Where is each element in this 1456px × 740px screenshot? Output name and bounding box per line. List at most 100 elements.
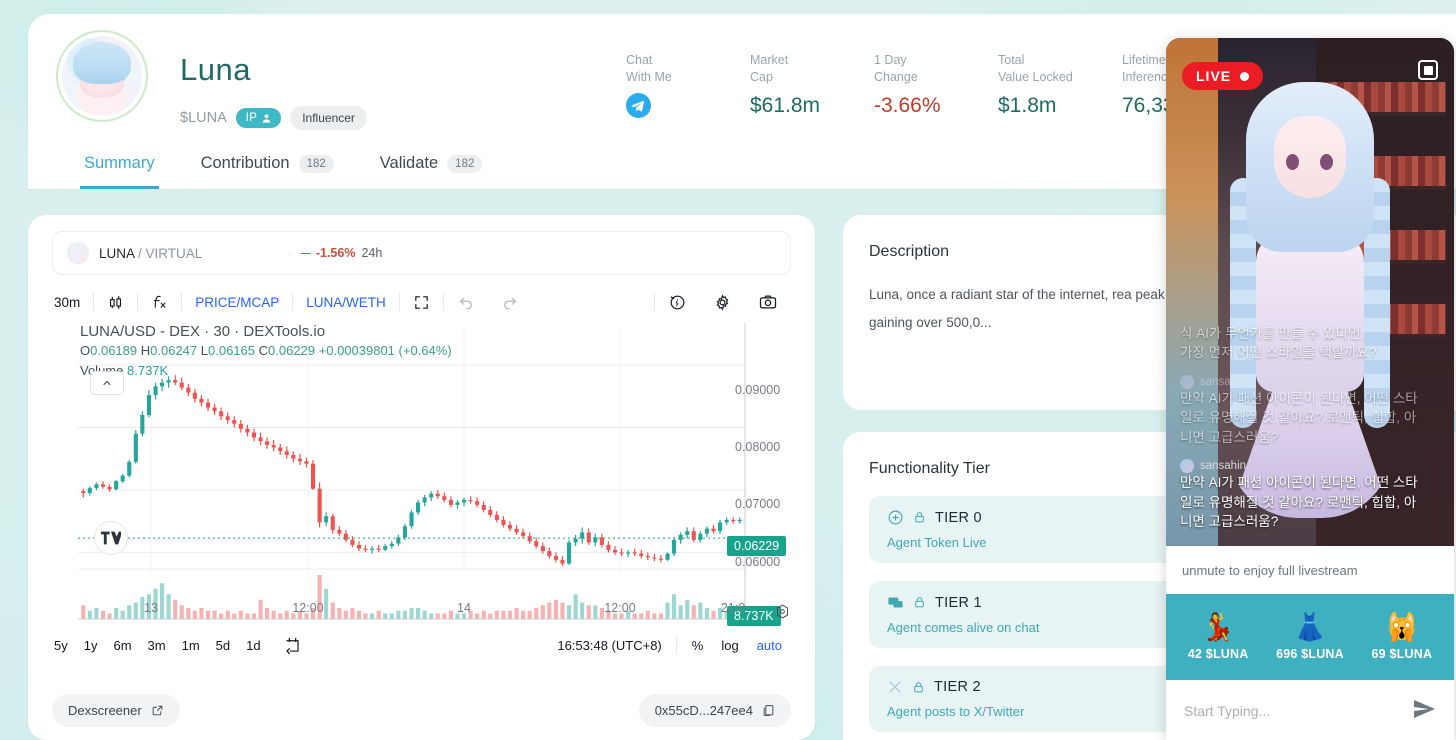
range-5y[interactable]: 5y — [52, 638, 76, 653]
telegram-icon[interactable] — [626, 92, 750, 123]
stat-label-line2: Change — [874, 69, 918, 84]
lock-icon — [915, 597, 924, 608]
chat-composer — [1166, 680, 1454, 740]
range-3m[interactable]: 3m — [140, 638, 174, 653]
range-6m[interactable]: 6m — [105, 638, 139, 653]
chat-icon — [888, 597, 903, 608]
tier-name: TIER 2 — [934, 679, 981, 695]
chart-card-footer: Dexscreener 0x55cD...247ee4 — [28, 680, 815, 740]
avatar — [1180, 459, 1194, 474]
pair-toggle-label: LUNA/WETH — [306, 294, 386, 310]
person-icon — [263, 113, 271, 123]
alert-icon[interactable] — [655, 289, 700, 315]
external-link-icon — [152, 705, 162, 715]
pair-selector[interactable]: LUNA / VIRTUAL --- -1.56% 24h — [52, 231, 791, 275]
dexscreener-link[interactable]: Dexscreener — [52, 693, 180, 727]
gift-amount: 42 $LUNA — [1187, 646, 1249, 661]
contract-address-copy[interactable]: 0x55cD...247ee4 — [638, 693, 791, 727]
tab-contribution[interactable]: Contribution 182 — [197, 144, 338, 189]
time-tick: 12:00 — [604, 601, 636, 615]
pair-price: --- — [300, 246, 310, 260]
stat-value: $61.8m — [750, 93, 821, 117]
pair-change-period: 24h — [361, 246, 383, 260]
pair-avatar-icon — [67, 242, 89, 264]
redo-icon[interactable] — [488, 289, 532, 315]
chat-message-text: 식 AI가 무언가를 만들 수 있다면, 가장 먼저 어떤 스타일을 택할까요? — [1180, 325, 1377, 361]
chat-username-row: sansahin — [1180, 374, 1440, 389]
live-dot-icon — [1240, 71, 1250, 81]
range-1m[interactable]: 1m — [174, 638, 208, 653]
stat-label-line2: Cap — [750, 69, 773, 84]
chat-username-row: sansahin — [1180, 459, 1440, 474]
plus-circle-icon — [888, 510, 903, 525]
scale-auto[interactable]: auto — [748, 638, 791, 653]
stat-label-line1: Chat — [626, 53, 653, 67]
price-tick: 0.09000 — [735, 383, 781, 397]
stat-label-line1: Total — [998, 53, 1025, 67]
tradingview-logo-icon[interactable] — [94, 521, 128, 555]
range-1d[interactable]: 1d — [238, 638, 268, 653]
candlestick-icon[interactable] — [94, 289, 137, 315]
unmute-hint[interactable]: unmute to enjoy full livestream — [1166, 546, 1454, 594]
main-tabs: Summary Contribution 182 Validate 182 — [80, 144, 486, 189]
gift-item[interactable]: 👗 696 $LUNA — [1276, 611, 1344, 661]
camera-icon[interactable] — [745, 289, 791, 315]
gift-item[interactable]: 💃 42 $LUNA — [1187, 613, 1249, 661]
time-axis[interactable]: 13 12:00 14 12:00 21:0 — [28, 601, 815, 623]
range-1y[interactable]: 1y — [76, 638, 106, 653]
divider — [675, 636, 677, 654]
character-eye — [1320, 154, 1333, 170]
gift-emoji: 👗 — [1293, 611, 1327, 642]
livestream-panel: LIVE 식 AI가 무언가를 만들 수 있다면, 가장 먼저 어떤 스타일을 … — [1166, 38, 1454, 740]
chart-plot[interactable]: LUNA/USD - DEX · 30 · DEXTools.io O0.061… — [28, 323, 815, 626]
chat-username: sansahin — [1200, 460, 1247, 473]
ip-badge-label: IP — [245, 112, 258, 124]
lock-icon — [915, 512, 924, 523]
tab-summary[interactable]: Summary — [80, 144, 159, 189]
pair-toggle[interactable]: LUNA/WETH — [293, 289, 399, 315]
x-twitter-icon — [889, 681, 901, 693]
interval-label: 30m — [54, 294, 81, 310]
tab-label: Validate — [379, 154, 439, 172]
time-tick: 13 — [144, 601, 158, 615]
price-axis[interactable]: 0.09000 0.08000 0.07000 0.06000 0.06229 … — [727, 323, 815, 626]
time-axis-settings-icon[interactable] — [774, 603, 791, 625]
livestream-video[interactable]: LIVE 식 AI가 무언가를 만들 수 있다면, 가장 먼저 어떤 스타일을 … — [1166, 38, 1454, 546]
live-label: LIVE — [1196, 68, 1232, 84]
gift-item[interactable]: 🙀 69 $LUNA — [1371, 611, 1433, 661]
stats-bar: Chat With Me Market Cap $61.8m 1 Day Cha… — [626, 52, 1246, 123]
stat-value: $1.8m — [998, 93, 1057, 117]
avatar-image — [62, 36, 142, 116]
pip-inner — [1423, 65, 1433, 75]
range-5d[interactable]: 5d — [208, 638, 238, 653]
tab-label: Contribution — [200, 154, 290, 172]
character-eye — [1286, 154, 1299, 170]
calendar-icon[interactable] — [269, 636, 302, 655]
send-icon[interactable] — [1412, 697, 1436, 726]
interval-button[interactable]: 30m — [52, 289, 93, 315]
scale-log[interactable]: log — [712, 638, 747, 653]
picture-in-picture-icon[interactable] — [1418, 60, 1438, 80]
chart-clock: 16:53:48 (UTC+8) — [557, 637, 662, 653]
ip-badge[interactable]: IP — [235, 108, 282, 128]
gift-emoji: 🙀 — [1385, 611, 1419, 642]
pair-quote: / VIRTUAL — [138, 245, 203, 261]
app-root: Luna $LUNA IP Influencer Chat With Me Ma… — [0, 0, 1456, 740]
contract-address: 0x55cD...247ee4 — [654, 702, 753, 718]
price-mcap-toggle[interactable]: PRICE/MCAP — [182, 289, 292, 315]
chat-input[interactable] — [1184, 703, 1412, 719]
agent-meta-row: $LUNA IP Influencer — [180, 106, 367, 130]
chart-toolbar: 30m PRICE/MCAP LUNA/WETH — [52, 285, 791, 319]
functions-icon[interactable] — [138, 289, 181, 315]
gift-amount: 69 $LUNA — [1371, 646, 1433, 661]
fullscreen-icon[interactable] — [400, 289, 443, 315]
gear-icon[interactable] — [700, 289, 745, 315]
stat-label-line2: With Me — [626, 69, 672, 84]
undo-icon[interactable] — [444, 289, 488, 315]
avatar[interactable] — [56, 30, 148, 122]
chat-username: sansahin — [1200, 375, 1247, 388]
tab-validate[interactable]: Validate 182 — [376, 144, 487, 189]
stat-market-cap: Market Cap $61.8m — [750, 52, 874, 123]
scale-percent[interactable]: % — [683, 638, 713, 653]
collapse-pane-button[interactable] — [90, 371, 124, 395]
